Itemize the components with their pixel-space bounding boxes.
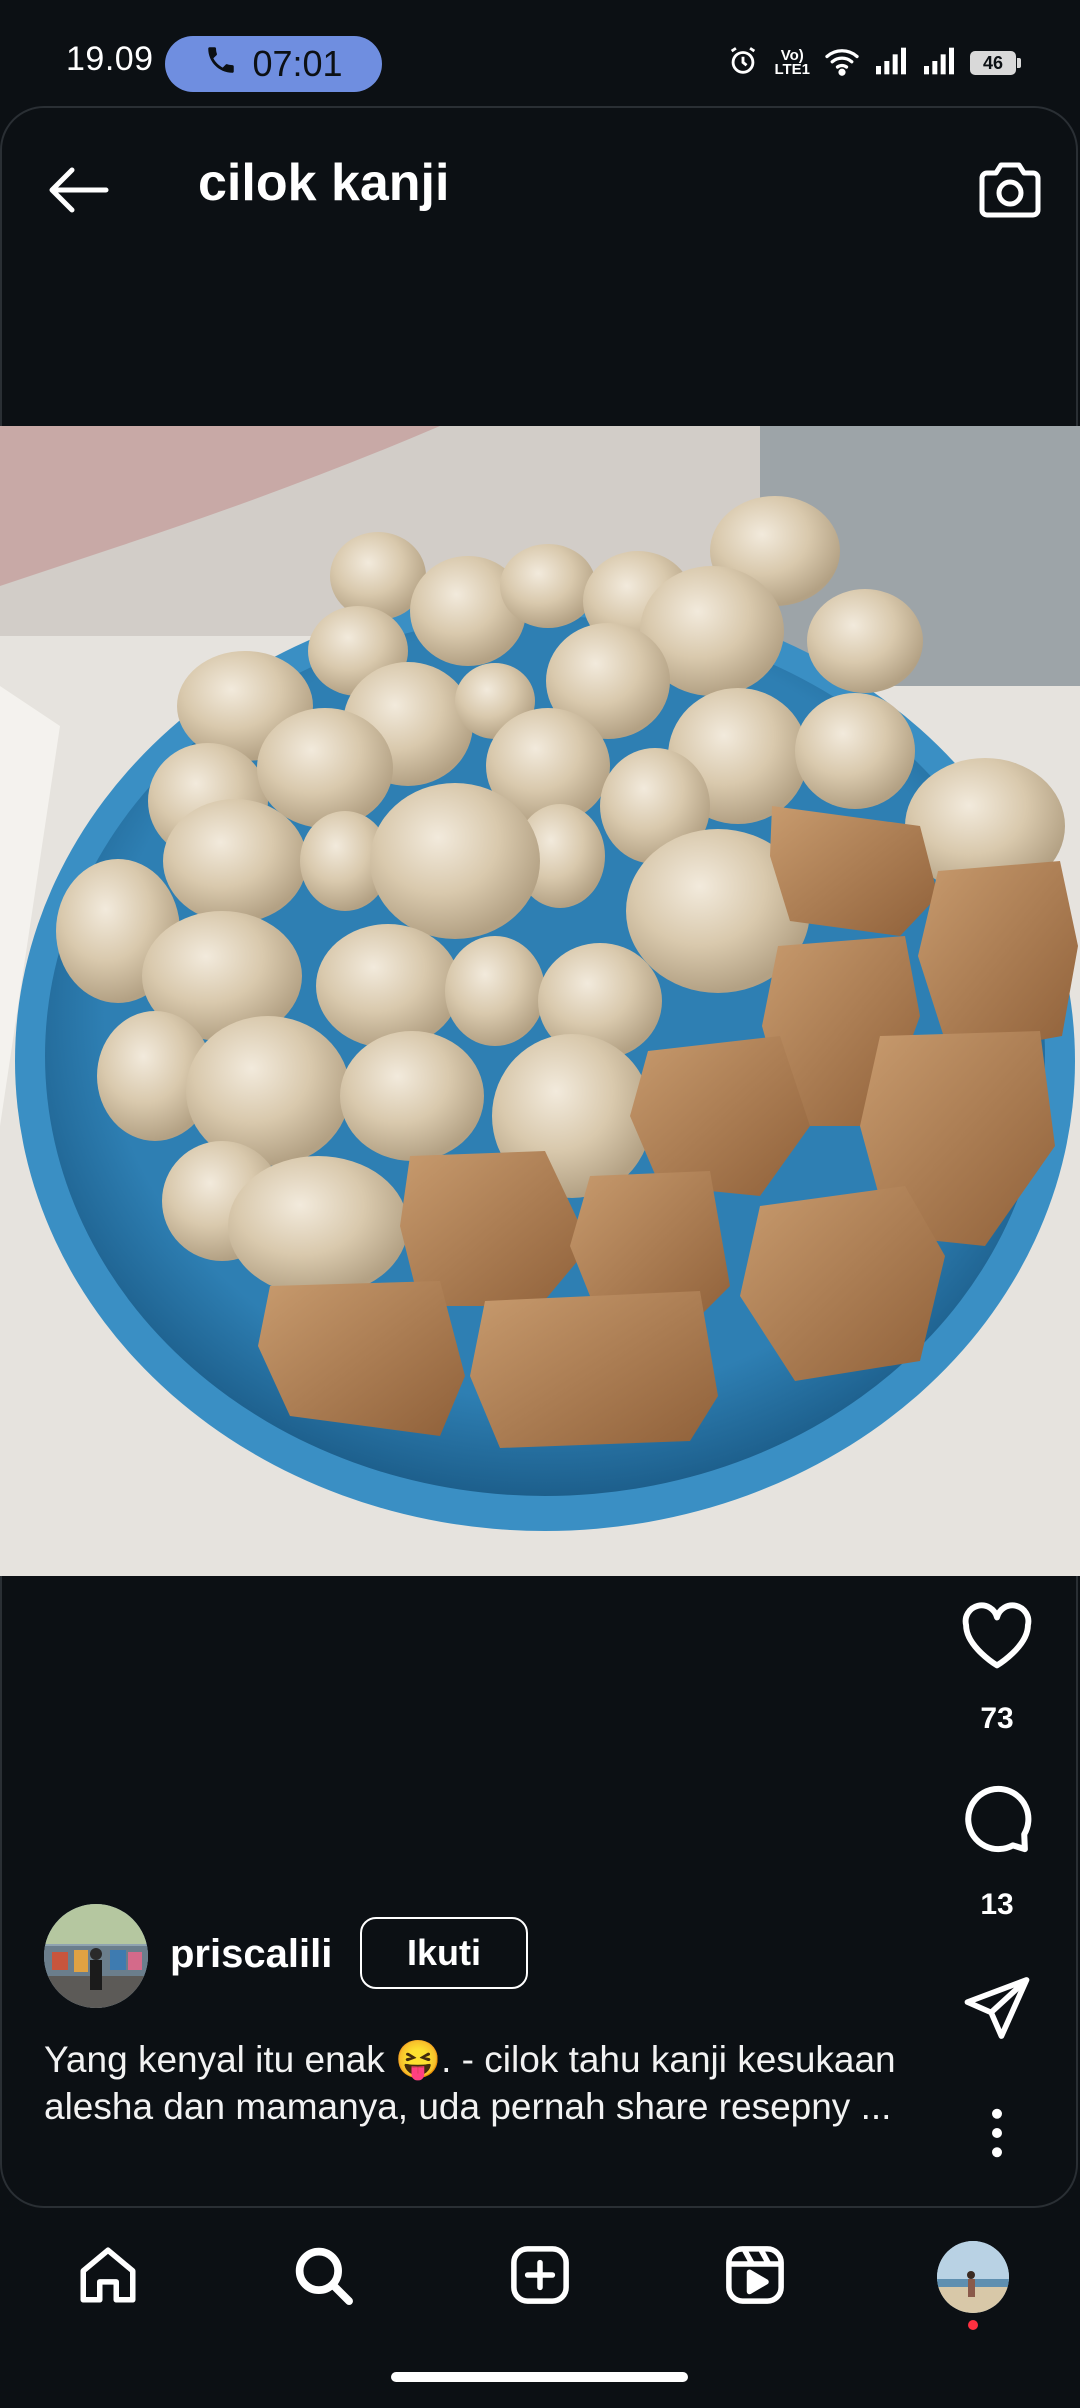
home-indicator[interactable] bbox=[391, 2372, 688, 2382]
comment-button[interactable] bbox=[952, 1782, 1042, 1862]
wifi-icon bbox=[824, 46, 860, 81]
comment-count: 13 bbox=[980, 1888, 1014, 1921]
back-button[interactable] bbox=[38, 152, 118, 232]
send-icon bbox=[961, 1974, 1033, 2047]
more-options-button[interactable] bbox=[952, 2100, 1042, 2170]
author-username[interactable]: priscalili bbox=[170, 1932, 332, 1977]
call-timer: 07:01 bbox=[252, 43, 343, 84]
app-root: 19.09 07:01 Vo) LTE1 46 cilok kanji 73 1… bbox=[0, 0, 1080, 2408]
bottom-navigation bbox=[0, 2212, 1080, 2342]
nav-search[interactable] bbox=[278, 2232, 368, 2322]
comment-icon bbox=[959, 1782, 1035, 1863]
food-bowl-image bbox=[0, 426, 1080, 1576]
nav-home[interactable] bbox=[63, 2232, 153, 2322]
heart-icon bbox=[959, 1601, 1035, 1675]
create-icon bbox=[507, 2242, 573, 2313]
phone-icon bbox=[204, 43, 238, 86]
reels-icon bbox=[722, 2242, 788, 2313]
like-button[interactable] bbox=[952, 1598, 1042, 1678]
search-icon bbox=[290, 2242, 356, 2313]
nav-create[interactable] bbox=[495, 2232, 585, 2322]
share-button[interactable] bbox=[952, 1970, 1042, 2050]
page-title: cilok kanji bbox=[198, 154, 450, 212]
home-icon bbox=[75, 2242, 141, 2313]
nav-reels[interactable] bbox=[710, 2232, 800, 2322]
camera-button[interactable] bbox=[970, 152, 1050, 232]
profile-avatar bbox=[937, 2241, 1009, 2313]
alarm-icon bbox=[726, 44, 760, 83]
status-icons: Vo) LTE1 46 bbox=[726, 40, 1021, 86]
battery-level: 46 bbox=[982, 52, 1004, 73]
nav-profile[interactable] bbox=[928, 2232, 1018, 2322]
avatar-photo bbox=[44, 1904, 148, 2008]
arrow-left-icon bbox=[46, 165, 110, 220]
post-caption[interactable]: Yang kenyal itu enak 😝. - cilok tahu kan… bbox=[44, 2036, 944, 2130]
camera-icon bbox=[979, 161, 1041, 224]
battery-icon: 46 bbox=[970, 51, 1021, 75]
volte-icon: Vo) LTE1 bbox=[774, 47, 810, 78]
ongoing-call-pill[interactable]: 07:01 bbox=[165, 36, 382, 92]
profile-avatar-photo bbox=[937, 2241, 1009, 2313]
author-avatar[interactable] bbox=[44, 1904, 148, 2008]
signal-icon bbox=[922, 46, 956, 81]
status-bar: 19.09 07:01 Vo) LTE1 46 bbox=[0, 0, 1080, 110]
top-header: cilok kanji bbox=[0, 130, 1080, 240]
follow-button[interactable]: Ikuti bbox=[360, 1917, 528, 1989]
signal-icon bbox=[874, 46, 908, 81]
status-time: 19.09 bbox=[66, 40, 154, 78]
post-image[interactable] bbox=[0, 426, 1080, 1576]
more-vertical-icon bbox=[987, 2108, 1007, 2163]
profile-notification-dot bbox=[968, 2320, 978, 2330]
like-count: 73 bbox=[980, 1702, 1014, 1735]
